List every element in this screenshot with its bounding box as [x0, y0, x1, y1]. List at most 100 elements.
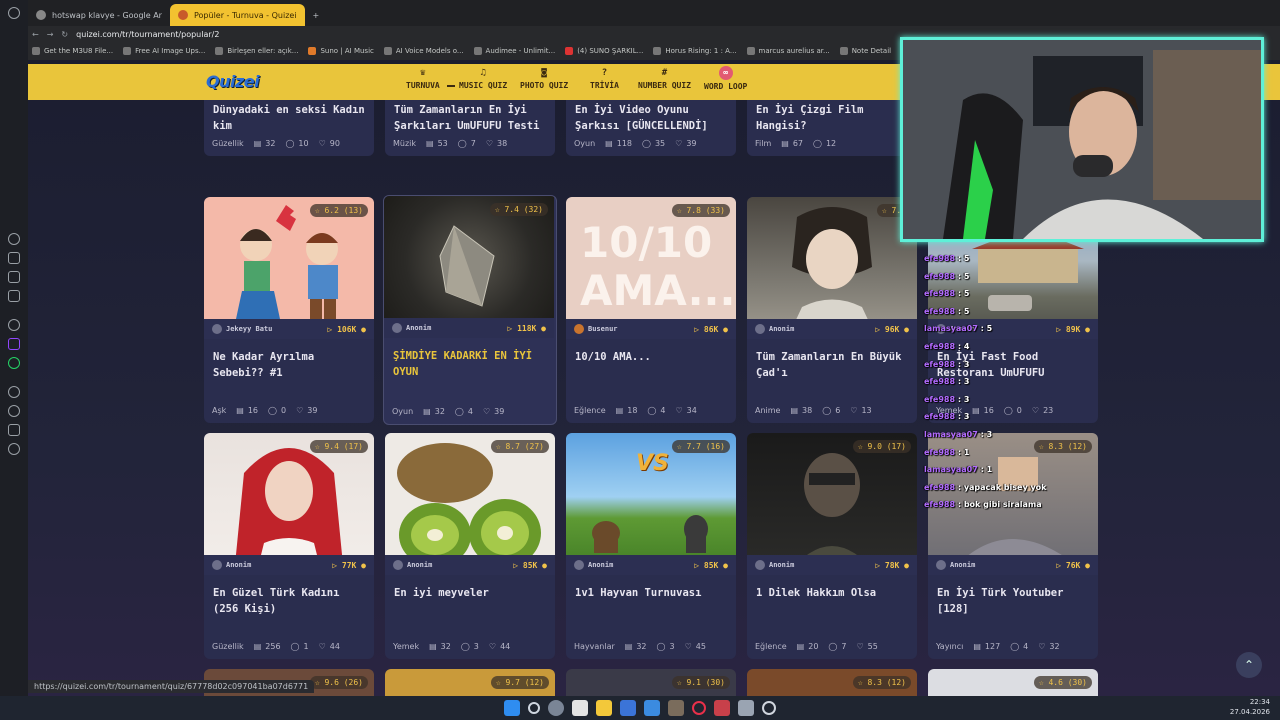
- settings-gear-icon[interactable]: [548, 700, 564, 716]
- questions-icon: ▤: [781, 139, 789, 148]
- twitch-icon[interactable]: [8, 338, 20, 350]
- whatsapp-icon[interactable]: [8, 357, 20, 369]
- new-tab-button[interactable]: +: [305, 4, 328, 26]
- clock-icon[interactable]: [8, 405, 20, 417]
- chat-separator: :: [955, 500, 964, 510]
- chat-separator: :: [955, 254, 964, 263]
- heart-icon: ♡: [485, 139, 493, 148]
- app-icon-red[interactable]: [714, 700, 730, 716]
- comment-icon: ◯: [813, 139, 822, 148]
- bookmark-item[interactable]: (4) SUNO ŞARKIL...: [565, 47, 643, 55]
- chat-text: 3: [963, 412, 970, 422]
- bookmark-item[interactable]: Birleşen eller: açık...: [215, 47, 298, 55]
- bookmark-item[interactable]: Audimee - Unlimit...: [473, 47, 555, 55]
- bookmark-item[interactable]: Suno | AI Music: [308, 47, 374, 55]
- aria-icon[interactable]: [8, 252, 20, 264]
- reload-icon[interactable]: ↻: [61, 30, 68, 39]
- tab-google-search[interactable]: hotswap klavye - Google Ar: [28, 4, 170, 26]
- nav-photo-quiz[interactable]: ◙ PHOTO QUIZ: [520, 68, 568, 90]
- history-icon[interactable]: [8, 233, 20, 245]
- pin-icon[interactable]: [8, 424, 20, 436]
- comment-icon: ◯: [290, 642, 300, 651]
- comment-icon: ◯: [460, 642, 470, 651]
- bookmark-item[interactable]: Note Detail: [839, 47, 891, 55]
- quiz-card[interactable]: 10/10 AMA... ☆ 7.8 (33) Busenur ▷ 86K ● 1…: [566, 197, 736, 423]
- bookmark-item[interactable]: AI Voice Models o...: [383, 47, 464, 55]
- chat-text: yapacak bisey yok: [963, 482, 1047, 492]
- category-label: Güzellik: [212, 139, 244, 148]
- notes-icon[interactable]: [572, 700, 588, 716]
- active-nav-indicator: [447, 85, 455, 87]
- rating-badge: ☆ 9.7 (12): [490, 676, 549, 689]
- bookmark-item[interactable]: marcus aurelius ar...: [746, 47, 830, 55]
- card-title: En İyi Türk Youtuber [128]: [937, 587, 1064, 615]
- tab-quizei[interactable]: Popüler - Turnuva - Quizei: [169, 4, 305, 26]
- quiz-card[interactable]: Dünyadaki en seksi Kadın kim Güzellik ▤ 32…: [204, 100, 374, 156]
- system-tray-clock[interactable]: 22:34 27.04.2026: [1230, 697, 1270, 717]
- quiz-card[interactable]: VS ☆ 7.7 (16) Anonim ▷ 85K ● 1v1 Hayvan T…: [566, 433, 736, 659]
- quizei-logo[interactable]: Quizei: [206, 72, 260, 91]
- back-icon[interactable]: ←: [32, 30, 39, 39]
- scroll-to-top-button[interactable]: ⌃: [1236, 652, 1262, 678]
- quiz-card[interactable]: ☆ 7.4 (32) Anonim ▷ 118K ● ŞİMDİYE KADARK…: [383, 195, 557, 425]
- view-count: ▷ 76K ●: [1056, 560, 1090, 570]
- file-explorer-icon[interactable]: [596, 700, 612, 716]
- music-player-icon[interactable]: [8, 386, 20, 398]
- questions-icon: ▤: [253, 139, 262, 148]
- quiz-card[interactable]: ☆ 9.4 (17) Anonim ▷ 77K ● En Güzel Türk K…: [204, 433, 374, 659]
- questions-icon: ▤: [624, 642, 633, 651]
- url-text[interactable]: quizei.com/tr/tournament/popular/2: [76, 30, 219, 39]
- nav-trivia[interactable]: ? TRİVİA: [590, 68, 619, 90]
- quiz-card[interactable]: ☆ 6.2 (13) Jekeyy Batu ▷ 106K ● Ne Kadar …: [204, 197, 374, 423]
- quiz-card[interactable]: ☆ 8.7 (27) Anonim ▷ 85K ● En iyi meyveler…: [385, 433, 555, 659]
- quiz-card[interactable]: En İyi Çizgi Film Hangisi? Film ▤ 67 ◯ 12: [747, 100, 917, 156]
- bookmark-favicon-icon: [308, 47, 317, 55]
- quiz-card[interactable]: ☆ 9.0 (17) Anonim ▷ 78K ● 1 Dilek Hakkım …: [747, 433, 917, 659]
- windows-start-icon[interactable]: [504, 700, 520, 716]
- obs-icon[interactable]: [762, 701, 776, 715]
- nav-word-loop[interactable]: ∞ WORD LOOP: [704, 66, 747, 91]
- photos-icon[interactable]: [668, 700, 684, 716]
- rating-badge: ☆ 9.0 (17): [852, 440, 911, 453]
- nav-number-quiz[interactable]: # NUMBER QUIZ: [638, 68, 691, 90]
- bookmark-item[interactable]: Free AI Image Ups...: [123, 47, 205, 55]
- messenger-icon[interactable]: [8, 290, 20, 302]
- quiz-card[interactable]: ☆ 4.6 (30): [928, 669, 1098, 696]
- quiz-card[interactable]: ☆ 9.7 (12): [385, 669, 555, 696]
- quiz-card[interactable]: Tüm Zamanların En İyi Şarkıları UmUFUFU …: [385, 100, 555, 156]
- forward-icon[interactable]: →: [47, 30, 54, 39]
- opera-gx-icon[interactable]: [692, 701, 706, 715]
- view-count: ▷ 78K ●: [875, 560, 909, 570]
- rating-badge: ☆ 7.8 (33): [671, 204, 730, 217]
- search-icon[interactable]: [528, 702, 540, 714]
- store-icon[interactable]: [620, 700, 636, 716]
- quiz-card[interactable]: ☆ 9.1 (30): [566, 669, 736, 696]
- category-label: Yayıncı: [936, 642, 964, 651]
- questions-icon: ▤: [423, 407, 431, 416]
- card-meta: Film ▤ 67 ◯ 12: [755, 139, 837, 148]
- chat-text: 5: [963, 289, 970, 299]
- gear-icon[interactable]: [8, 443, 20, 455]
- play-icon: ▷: [1056, 560, 1062, 570]
- heart-icon: ♡: [675, 139, 683, 148]
- crypto-wallet-icon[interactable]: [8, 271, 20, 283]
- bookmark-item[interactable]: Horus Rising: 1 : A...: [653, 47, 737, 55]
- app-icon-grey[interactable]: [738, 700, 754, 716]
- rating-badge: ☆ 7.4 (32): [489, 203, 548, 216]
- settings-icon[interactable]: [8, 319, 20, 331]
- mail-icon[interactable]: [644, 700, 660, 716]
- quiz-card[interactable]: ☆ 8.3 (12): [747, 669, 917, 696]
- opera-logo-icon[interactable]: [8, 7, 20, 19]
- bookmark-item[interactable]: Get the M3U8 File...: [32, 47, 113, 55]
- nav-music-quiz[interactable]: ♫ MUSIC QUIZ: [459, 68, 507, 90]
- hash-icon: #: [661, 68, 668, 78]
- quiz-card[interactable]: ☆ 7.9 Anonim ▷ 96K ● Tüm Zamanların En Bü…: [747, 197, 917, 423]
- quiz-card[interactable]: En İyi Video Oyunu Şarkısı [GÜNCELLENDİ]…: [566, 100, 736, 156]
- heart-icon: ♡: [488, 642, 497, 651]
- category-label: Güzellik: [212, 642, 244, 651]
- card-title: 1v1 Hayvan Turnuvası: [575, 587, 702, 599]
- nav-turnuva[interactable]: ♛ TURNUVA: [406, 68, 440, 90]
- chat-separator: :: [955, 394, 964, 404]
- author: Anonim: [755, 324, 794, 334]
- chat-username: efe988: [924, 271, 956, 281]
